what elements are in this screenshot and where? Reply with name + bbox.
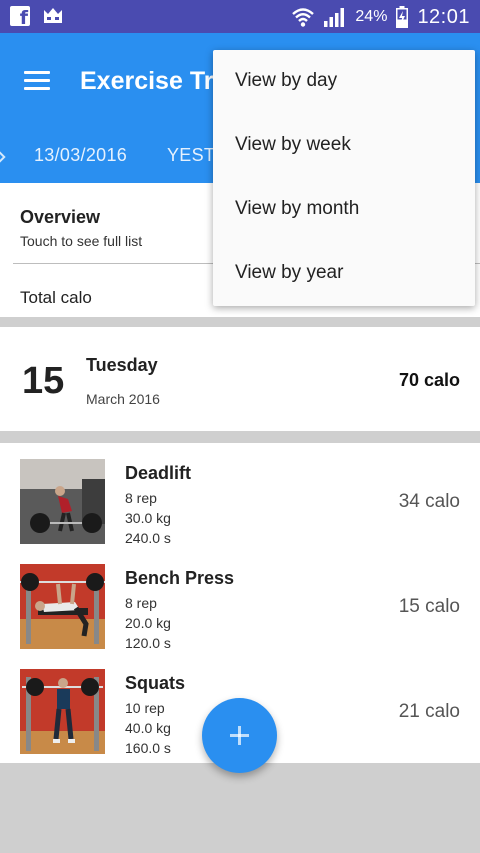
exercise-reps: 8 rep: [125, 595, 157, 611]
weekday-label: Tuesday: [86, 355, 158, 375]
exercise-item-bench-press[interactable]: Bench Press 8 rep 20.0 kg 120.0 s 15 cal…: [0, 548, 480, 653]
status-bar: 24% 12:01: [0, 0, 480, 33]
menu-item-view-by-month[interactable]: View by month: [213, 178, 475, 242]
exercise-calories: 21 calo: [398, 701, 460, 722]
plus-icon: [230, 726, 249, 745]
exercise-weight: 40.0 kg: [125, 720, 171, 736]
exercise-name: Bench Press: [125, 568, 235, 588]
menu-item-label: View by day: [235, 70, 338, 91]
day-number: 15: [22, 360, 65, 402]
exercise-calories: 15 calo: [398, 596, 460, 617]
menu-item-label: View by week: [235, 134, 351, 155]
exercise-calories: 34 calo: [398, 491, 460, 512]
hamburger-menu-icon[interactable]: [24, 71, 50, 91]
status-time: 12:01: [417, 5, 470, 28]
menu-item-label: View by month: [235, 198, 360, 219]
overview-title: Overview: [20, 207, 101, 227]
squats-thumbnail: [20, 669, 105, 754]
add-exercise-button[interactable]: [202, 698, 277, 773]
day-total-calories: 70 calo: [398, 370, 460, 390]
bench-press-thumbnail: [20, 564, 105, 649]
exercise-reps: 10 rep: [125, 700, 165, 716]
tab-yesterday[interactable]: YEST: [167, 145, 215, 166]
deadlift-thumbnail: [20, 459, 105, 544]
menu-item-view-by-year[interactable]: View by year: [213, 242, 475, 306]
exercise-name: Deadlift: [125, 463, 192, 483]
signal-icon: [324, 8, 345, 27]
exercise-duration: 240.0 s: [125, 530, 171, 546]
menu-item-view-by-day[interactable]: View by day: [213, 50, 475, 114]
tab-date[interactable]: 13/03/2016: [34, 145, 127, 166]
app-title: Exercise Tr: [80, 67, 214, 95]
facebook-icon: [10, 6, 30, 29]
menu-item-view-by-week[interactable]: View by week: [213, 114, 475, 178]
overview-subtitle: Touch to see full list: [20, 233, 143, 249]
day-summary-card[interactable]: 15 Tuesday March 2016 70 calo: [0, 327, 480, 431]
battery-percent: 24%: [355, 8, 388, 25]
tab-scroll-left-icon: [0, 151, 6, 163]
total-calories-label: Total calo: [20, 288, 92, 307]
exercise-item-deadlift[interactable]: Deadlift 8 rep 30.0 kg 240.0 s 34 calo: [0, 443, 480, 548]
view-options-menu: View by day View by week View by month V…: [213, 50, 475, 306]
exercise-duration: 120.0 s: [125, 635, 171, 651]
battery-charging-icon: [396, 6, 409, 28]
exercise-weight: 20.0 kg: [125, 615, 171, 631]
wifi-icon: [292, 8, 315, 27]
crown-icon: [44, 8, 62, 23]
month-year-label: March 2016: [86, 391, 160, 407]
menu-item-label: View by year: [235, 262, 344, 283]
exercise-weight: 30.0 kg: [125, 510, 171, 526]
exercise-name: Squats: [125, 673, 186, 693]
exercise-reps: 8 rep: [125, 490, 157, 506]
exercise-duration: 160.0 s: [125, 740, 171, 756]
